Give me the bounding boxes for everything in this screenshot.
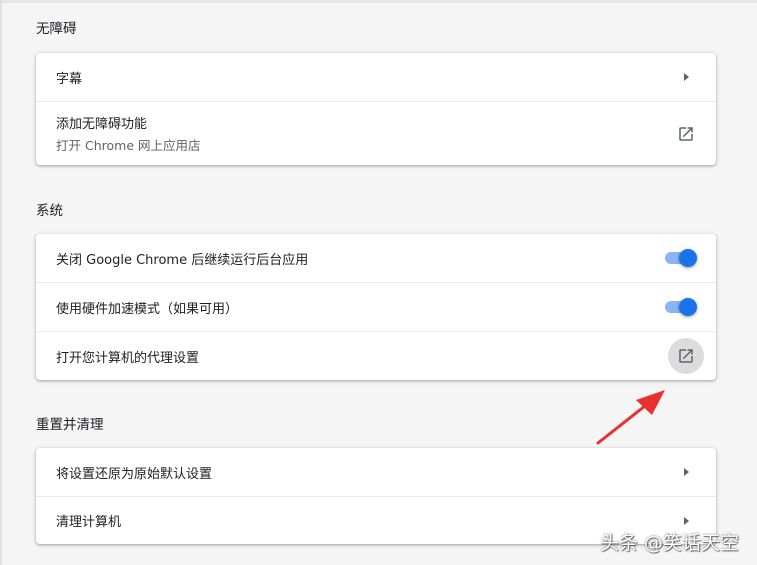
open-in-new-button[interactable]	[668, 116, 704, 152]
captions-row[interactable]: 字幕	[36, 53, 716, 101]
chevron-right-icon	[684, 516, 689, 525]
background-apps-label: 关闭 Google Chrome 后继续运行后台应用	[56, 252, 309, 268]
chevron-right-icon	[684, 468, 689, 476]
section-title-accessibility: 无障碍	[36, 21, 77, 37]
add-accessibility-features-row[interactable]: 添加无障碍功能 打开 Chrome 网上应用店	[36, 101, 716, 165]
section-title-system: 系统	[36, 203, 63, 219]
section-title-reset: 重置并清理	[36, 417, 104, 433]
open-proxy-settings-button[interactable]	[668, 338, 704, 374]
add-features-label: 添加无障碍功能	[56, 117, 148, 132]
toggle-knob	[679, 249, 697, 267]
chevron-right-icon	[684, 73, 689, 81]
open-in-new-icon	[679, 126, 693, 141]
open-in-new-icon	[679, 349, 693, 363]
cleanup-computer-label: 清理计算机	[56, 515, 122, 530]
captions-label: 字幕	[56, 71, 83, 87]
restore-defaults-label: 将设置还原为原始默认设置	[56, 466, 213, 482]
hardware-acceleration-row[interactable]: 使用硬件加速模式（如果可用）	[36, 282, 716, 331]
restore-defaults-row[interactable]: 将设置还原为原始默认设置	[36, 448, 716, 496]
proxy-settings-label: 打开您计算机的代理设置	[56, 350, 200, 366]
left-border	[0, 0, 2, 565]
toggle-knob	[679, 298, 697, 316]
watermark: 头条 @笑话天空	[600, 532, 740, 554]
proxy-settings-row[interactable]: 打开您计算机的代理设置	[36, 331, 716, 380]
accessibility-card: 字幕 添加无障碍功能 打开 Chrome 网上应用店	[36, 53, 716, 165]
background-apps-row[interactable]: 关闭 Google Chrome 后继续运行后台应用	[36, 234, 716, 282]
background-apps-toggle[interactable]	[664, 248, 697, 268]
system-card: 关闭 Google Chrome 后继续运行后台应用 使用硬件加速模式（如果可用…	[36, 234, 716, 380]
add-features-sublabel: 打开 Chrome 网上应用店	[56, 138, 201, 153]
hardware-acceleration-toggle[interactable]	[664, 297, 697, 317]
hardware-acceleration-label: 使用硬件加速模式（如果可用）	[56, 301, 239, 317]
top-border	[0, 0, 757, 3]
